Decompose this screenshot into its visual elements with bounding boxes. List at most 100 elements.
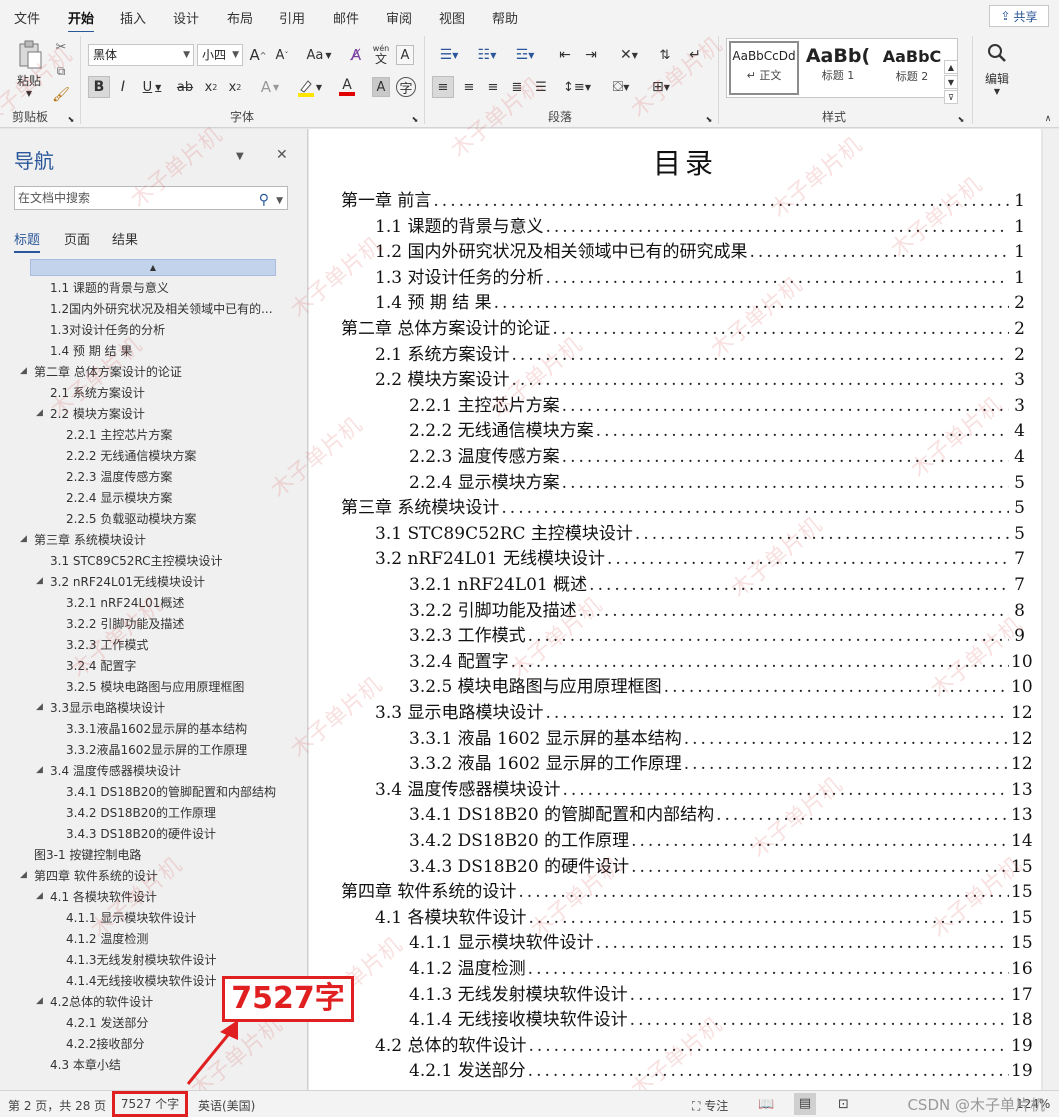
nav-tab-results[interactable]: 结果 [112, 229, 138, 248]
toc-line[interactable]: 1.3 对设计任务的分析............................… [375, 263, 1025, 288]
sort-icon[interactable]: ⇅ [654, 44, 676, 66]
nav-heading-item[interactable]: 1.3对设计任务的分析 [50, 321, 276, 339]
nav-heading-item[interactable]: 3.4.3 DS18B20的硬件设计 [66, 825, 276, 843]
align-center-icon[interactable]: ≡ [458, 76, 480, 98]
toc-line[interactable]: 2.2 模块方案设计..............................… [375, 365, 1025, 390]
char-shading-icon[interactable]: A [372, 77, 390, 97]
bold-button[interactable]: B [88, 76, 110, 98]
nav-search-icon[interactable]: ⚲ [259, 189, 269, 211]
nav-heading-item[interactable]: 1.2国内外研究状况及相关领域中已有的... [50, 300, 276, 318]
toc-line[interactable]: 4.1.4 无线接收模块软件设计........................… [409, 1005, 1033, 1030]
nav-heading-item[interactable]: 4.1.3无线发射模块软件设计 [66, 951, 276, 969]
nav-heading-item[interactable]: 3.2.4 配置字 [66, 657, 276, 675]
toc-line[interactable]: 1.1 课题的背景与意义............................… [375, 212, 1025, 237]
status-word-count[interactable]: 7527 个字 [112, 1091, 188, 1117]
nav-heading-item[interactable]: 4.1 各模块软件设计 [50, 888, 276, 906]
nav-heading-item[interactable]: 第四章 软件系统的设计 [34, 867, 276, 885]
nav-heading-item[interactable]: 4.1.1 显示模块软件设计 [66, 909, 276, 927]
collapse-ribbon-icon[interactable]: ∧ [1042, 114, 1054, 124]
nav-heading-item[interactable]: 3.3显示电路模块设计 [50, 699, 276, 717]
styles-scroll-down-icon[interactable]: ▼ [944, 75, 958, 89]
copy-icon[interactable]: ⧉ [52, 62, 70, 80]
nav-heading-item[interactable]: 2.2.2 无线通信模块方案 [66, 447, 276, 465]
shading-icon[interactable]: ⛋ ▼ [604, 76, 638, 98]
superscript-button[interactable]: x2 [226, 76, 244, 98]
font-name-select[interactable]: 黑体 ▼ [88, 44, 194, 66]
toc-line[interactable]: 2.2.1 主控芯片方案............................… [409, 391, 1025, 416]
decrease-indent-icon[interactable]: ⇤ [554, 44, 576, 66]
share-button[interactable]: ⇪ 共享 [989, 5, 1049, 27]
nav-search-dropdown-icon[interactable]: ▼ [276, 190, 283, 212]
highlight-color-icon[interactable]: ▼ [292, 76, 326, 98]
collapse-triangle-icon[interactable]: ◢ [36, 996, 43, 1006]
nav-heading-item[interactable]: 3.2 nRF24L01无线模块设计 [50, 573, 276, 591]
nav-heading-item[interactable]: 2.2.4 显示模块方案 [66, 489, 276, 507]
increase-indent-icon[interactable]: ⇥ [580, 44, 602, 66]
styles-more-icon[interactable]: ⊽ [944, 90, 958, 104]
toc-line[interactable]: 2.2.3 温度传感方案............................… [409, 442, 1025, 467]
align-right-icon[interactable]: ≡ [482, 76, 504, 98]
nav-heading-item[interactable]: 2.1 系统方案设计 [50, 384, 276, 402]
subscript-button[interactable]: x2 [202, 76, 220, 98]
toc-line[interactable]: 4.2.1 发送部分..............................… [409, 1056, 1033, 1081]
toc-line[interactable]: 4.1.2 温度检测..............................… [409, 954, 1033, 979]
document-page[interactable]: 目录 第一章 前言...............................… [309, 129, 1041, 1090]
nav-heading-item[interactable]: 图3-1 按键控制电路 [34, 846, 276, 864]
enclose-char-icon[interactable]: 字 [396, 77, 416, 97]
change-case-icon[interactable]: Aa ▼ [302, 44, 336, 66]
nav-heading-item[interactable]: 第二章 总体方案设计的论证 [34, 363, 276, 381]
clear-format-icon[interactable]: A̸ [346, 44, 366, 66]
toc-line[interactable]: 3.4 温度传感器模块设计...........................… [375, 775, 1033, 800]
toc-line[interactable]: 4.1.3 无线发射模块软件设计........................… [409, 980, 1033, 1005]
styles-launcher-icon[interactable]: ⬊ [956, 114, 966, 124]
toc-line[interactable]: 第二章 总体方案设计的论证...........................… [341, 314, 1025, 339]
nav-heading-item[interactable]: 3.1 STC89C52RC主控模块设计 [50, 552, 276, 570]
menu-help[interactable]: 帮助 [492, 8, 518, 27]
toc-line[interactable]: 3.2.5 模块电路图与应用原理框图......................… [409, 672, 1033, 697]
toc-line[interactable]: 1.4 预 期 结 果.............................… [375, 288, 1025, 313]
menu-design[interactable]: 设计 [173, 8, 199, 27]
toc-line[interactable]: 第四章 软件系统的设计.............................… [341, 877, 1033, 902]
nav-heading-item[interactable]: 3.2.3 工作模式 [66, 636, 276, 654]
nav-heading-item[interactable]: 3.4.2 DS18B20的工作原理 [66, 804, 276, 822]
nav-heading-item[interactable]: 1.1 课题的背景与意义 [50, 279, 276, 297]
toc-line[interactable]: 3.1 STC89C52RC 主控模块设计...................… [375, 519, 1025, 544]
collapse-triangle-icon[interactable]: ◢ [36, 765, 43, 775]
toc-line[interactable]: 3.4.3 DS18B20 的硬件设计.....................… [409, 852, 1033, 877]
italic-button[interactable]: I [114, 76, 132, 98]
menu-home[interactable]: 开始 [68, 8, 95, 33]
status-page[interactable]: 第 2 页，共 28 页 [8, 1097, 106, 1114]
edit-button[interactable]: 编辑 [980, 70, 1014, 86]
menu-layout[interactable]: 布局 [227, 8, 253, 27]
toc-line[interactable]: 3.2 nRF24L01 无线模块设计.....................… [375, 544, 1025, 569]
show-marks-icon[interactable]: ↵ [684, 44, 706, 66]
paste-icon[interactable] [16, 40, 44, 70]
edit-dropdown-icon[interactable]: ▼ [990, 86, 1004, 96]
justify-icon[interactable]: ≣ [506, 76, 528, 98]
nav-heading-item[interactable]: 3.2.1 nRF24L01概述 [66, 594, 276, 612]
toc-line[interactable]: 4.2 总体的软件设计.............................… [375, 1031, 1033, 1056]
style-heading-2[interactable]: AaBbC 标题 2 [877, 41, 947, 95]
nav-heading-item[interactable]: 2.2 模块方案设计 [50, 405, 276, 423]
toc-line[interactable]: 3.2.2 引脚功能及描述...........................… [409, 596, 1025, 621]
styles-scroll-up-icon[interactable]: ▲ [944, 60, 958, 74]
shrink-font-icon[interactable]: Aˇ [272, 44, 292, 66]
toc-line[interactable]: 3.3 显示电路模块设计............................… [375, 698, 1033, 723]
cut-icon[interactable]: ✂ [52, 38, 70, 56]
phonetic-guide-icon[interactable]: wén 文 [370, 42, 392, 68]
strikethrough-button[interactable]: ab [174, 76, 196, 98]
font-launcher-icon[interactable]: ⬊ [410, 114, 420, 124]
nav-heading-item[interactable]: 3.4.1 DS18B20的管脚配置和内部结构 [66, 783, 276, 801]
collapse-triangle-icon[interactable]: ◢ [20, 534, 27, 544]
grow-font-icon[interactable]: A ^ [248, 44, 268, 66]
toc-line[interactable]: 3.2.3 工作模式..............................… [409, 621, 1025, 646]
underline-button[interactable]: U ▼ [138, 76, 166, 98]
multilevel-list-icon[interactable]: ☲ ▼ [508, 44, 542, 66]
chinese-layout-icon[interactable]: ✕ ▼ [612, 44, 646, 66]
toc-line[interactable]: 第一章 前言..................................… [341, 186, 1025, 211]
document-scrollbar[interactable] [1043, 129, 1059, 1090]
nav-heading-item[interactable]: 3.2.2 引脚功能及描述 [66, 615, 276, 633]
line-spacing-icon[interactable]: ↕≡ ▼ [560, 76, 594, 98]
toc-line[interactable]: 3.2.4 配置字...............................… [409, 647, 1033, 672]
toc-line[interactable]: 3.4.2 DS18B20 的工作原理.....................… [409, 826, 1033, 851]
